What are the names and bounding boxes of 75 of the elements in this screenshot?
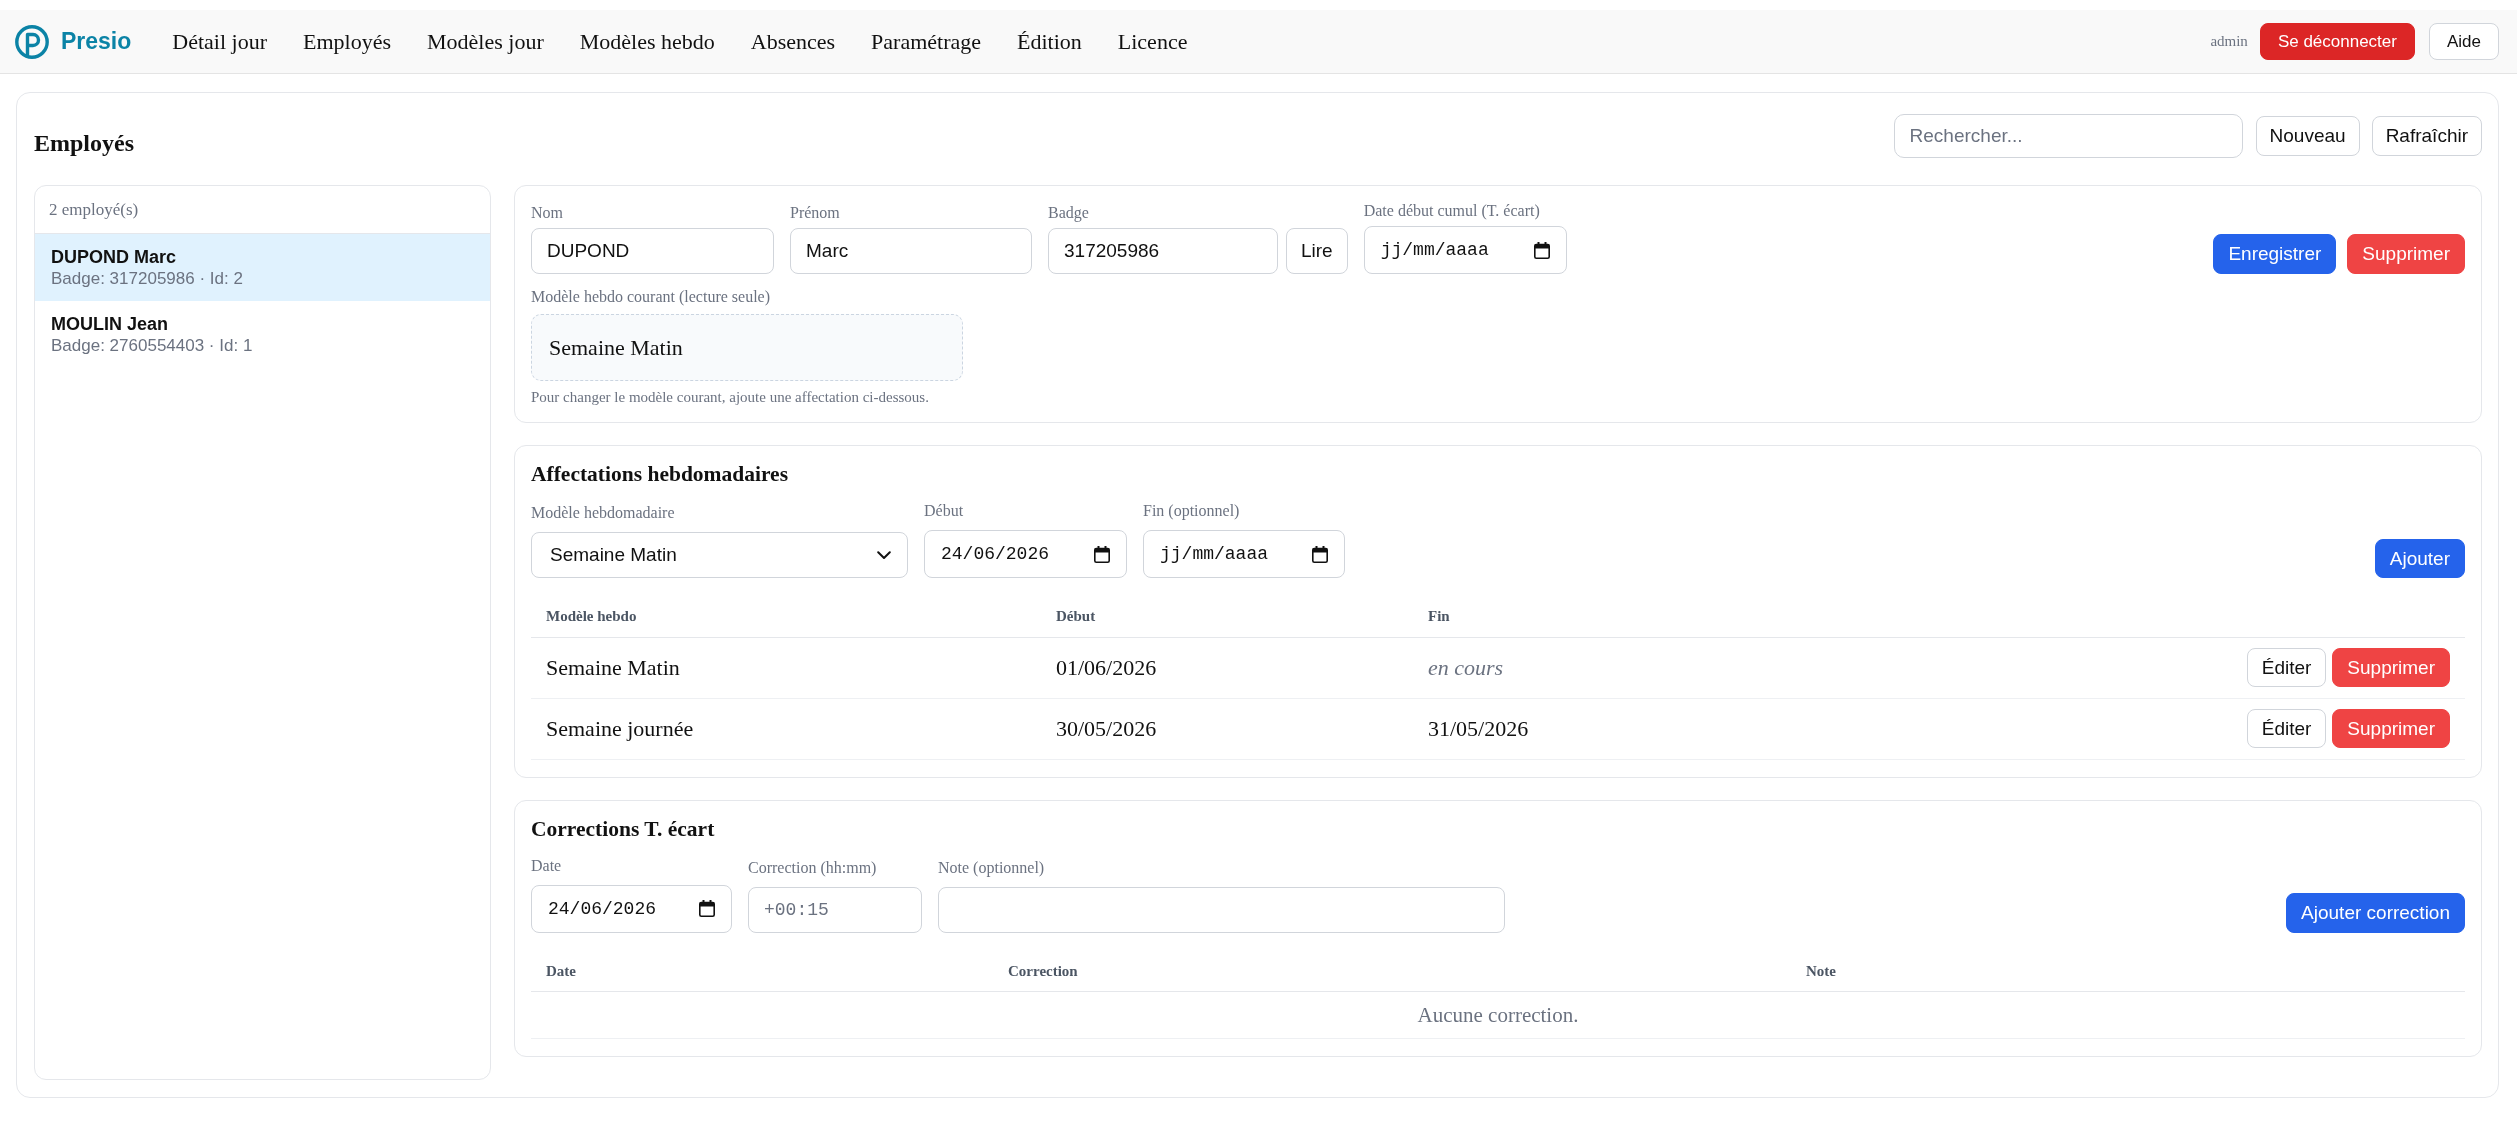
add-button[interactable]: Ajouter <box>2374 539 2465 578</box>
save-button[interactable]: Enregistrer <box>2213 234 2337 274</box>
column-header: Début <box>1056 608 1096 625</box>
nav-link[interactable]: Absences <box>732 28 854 55</box>
end-status: en cours <box>1428 654 1504 680</box>
calendar-icon[interactable] <box>1312 545 1328 563</box>
column-header: Correction <box>1008 962 1078 979</box>
field-label: Prénom <box>790 204 840 222</box>
delete-button[interactable]: Supprimer <box>2332 709 2450 748</box>
column-header: Modèle hebdo <box>546 608 637 625</box>
employee-details: Badge: 2760554403 · Id: 1 <box>51 334 253 356</box>
text-field[interactable] <box>938 886 1505 933</box>
employee-count: 2 employé(s) <box>49 199 139 220</box>
delete-button[interactable]: Supprimer <box>2332 648 2450 687</box>
date-field[interactable]: jj/mm/aaaa <box>1143 530 1345 578</box>
section-title: Corrections T. écart <box>531 817 715 840</box>
text-field[interactable]: DUPOND <box>531 228 774 274</box>
section-title: Affectations hebdomadaires <box>531 463 788 485</box>
nav-link[interactable]: Édition <box>999 28 1100 55</box>
field-label: Badge <box>1048 204 1089 222</box>
end-date: 31/05/2026 <box>1428 715 1529 741</box>
field-label: Modèle hebdomadaire <box>531 504 675 522</box>
delete-button[interactable]: Supprimer <box>2347 234 2465 274</box>
column-header: Note <box>1806 962 1836 979</box>
field-label: Début <box>924 502 964 520</box>
start-date: 30/05/2026 <box>1056 715 1157 741</box>
field-label: Date <box>531 856 562 875</box>
username-label: admin <box>2210 33 2248 50</box>
calendar-icon[interactable] <box>699 900 715 917</box>
search-field[interactable]: Rechercher... <box>1893 114 2243 158</box>
nav-link[interactable]: Détail jour <box>154 28 286 55</box>
field-label: Nom <box>531 204 563 222</box>
start-date: 01/06/2026 <box>1056 654 1157 680</box>
select-field[interactable]: Semaine Matin <box>531 532 908 578</box>
model-name: Semaine Matin <box>546 654 680 680</box>
new-button[interactable]: Nouveau <box>2255 116 2360 156</box>
read-button[interactable]: Lire <box>1286 228 1348 274</box>
nav-link[interactable]: Paramétrage <box>853 28 999 55</box>
nav-link[interactable]: Modèles jour <box>409 28 562 55</box>
column-header: Fin <box>1428 608 1450 625</box>
help-button[interactable]: Aide <box>2428 23 2499 60</box>
text-field[interactable]: 317205986 <box>1048 228 1278 274</box>
brand-name: Presio <box>61 28 132 55</box>
employee-name: DUPOND Marc <box>51 246 177 268</box>
field-label: Fin (optionnel) <box>1143 502 1240 520</box>
calendar-icon[interactable] <box>1094 545 1110 563</box>
chevron-down-icon[interactable] <box>877 550 891 560</box>
nav-link[interactable]: Licence <box>1099 28 1206 55</box>
field-label: Correction (hh:mm) <box>748 858 877 877</box>
date-field[interactable]: 24/06/2026 <box>531 884 732 933</box>
nav-link[interactable]: Employés <box>285 28 410 55</box>
field-label: Date début cumul (T. écart) <box>1363 202 1540 220</box>
empty-message: Aucune correction. <box>1417 1002 1579 1027</box>
hint-text: Pour changer le modèle courant, ajoute une affectation ci-dessous. <box>531 389 929 405</box>
time-field[interactable]: +00:15 <box>748 886 922 933</box>
column-header: Date <box>546 962 576 979</box>
add-correction-button[interactable]: Ajouter correction <box>2286 892 2465 933</box>
date-field[interactable]: jj/mm/aaaa <box>1363 226 1567 274</box>
employee-name: MOULIN Jean <box>51 313 169 335</box>
calendar-icon[interactable] <box>1533 241 1550 259</box>
logo-icon <box>15 24 49 59</box>
edit-button[interactable]: Éditer <box>2246 648 2327 687</box>
logout-button[interactable]: Se déconnecter <box>2259 23 2415 60</box>
date-field[interactable]: 24/06/2026 <box>924 530 1127 578</box>
nav-link[interactable]: Modèles hebdo <box>561 28 733 55</box>
edit-button[interactable]: Éditer <box>2246 709 2327 748</box>
model-name: Semaine journée <box>546 715 694 741</box>
employee-details: Badge: 317205986 · Id: 2 <box>51 267 243 289</box>
read-only-field: Semaine Matin <box>531 314 963 381</box>
refresh-button[interactable]: Rafraîchir <box>2371 116 2482 156</box>
employee-list-item[interactable]: DUPOND Marc Badge: 317205986 · Id: 2 <box>35 234 490 301</box>
text-field[interactable]: Marc <box>790 228 1032 274</box>
field-label: Note (optionnel) <box>938 858 1045 877</box>
field-label: Modèle hebdo courant (lecture seule) <box>531 288 770 306</box>
page-title: Employés <box>34 130 134 156</box>
